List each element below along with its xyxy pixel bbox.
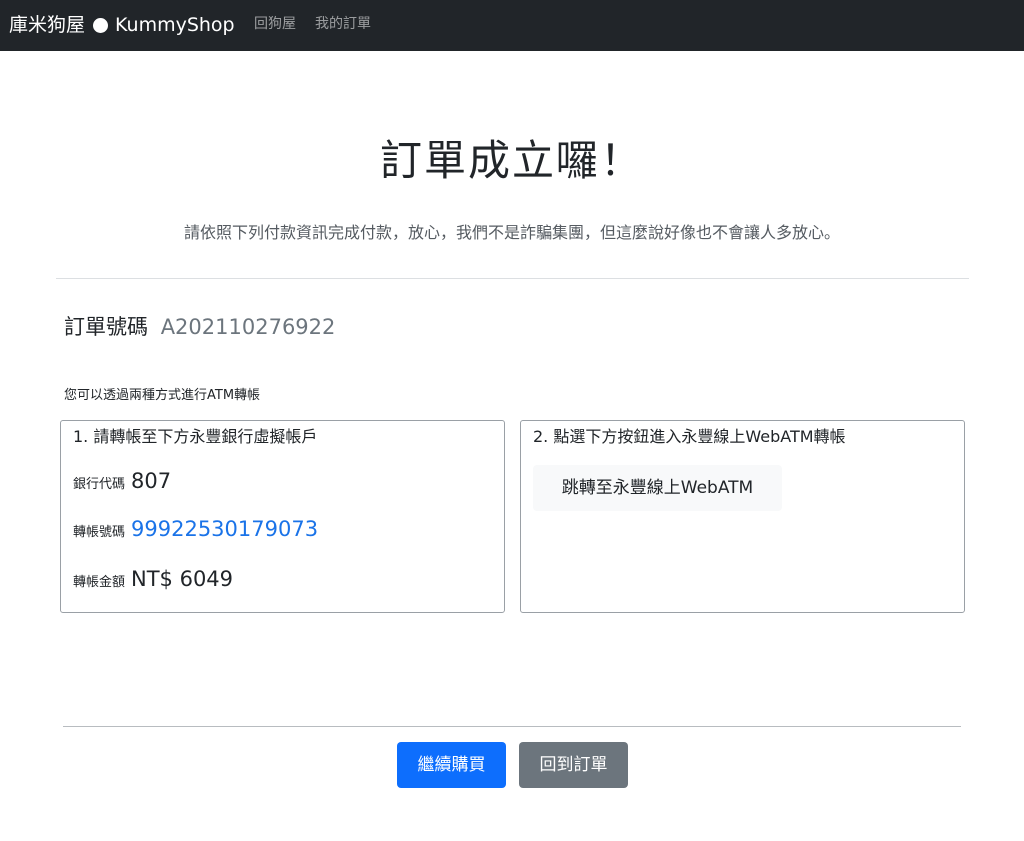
page-title: 訂單成立囉！ [379, 136, 644, 185]
order-number-label: 訂單號碼 [64, 315, 148, 339]
account-number-link[interactable]: 99922530179073 [131, 517, 318, 541]
webatm-redirect-button[interactable]: 跳轉至永豐線上WebATM [533, 465, 782, 511]
webatm-card-title: 2. 點選下方按鈕進入永豐線上WebATM轉帳 [533, 427, 846, 446]
top-navbar: 庫米狗屋 KummyShop 回狗屋 我的訂單 [0, 0, 1024, 51]
atm-intro-text: 您可以透過兩種方式進行ATM轉帳 [64, 388, 261, 403]
bank-transfer-card-title: 1. 請轉帳至下方永豐銀行虛擬帳戶 [73, 427, 318, 446]
account-label: 轉帳號碼 [73, 525, 126, 540]
account-field: 轉帳號碼 99922530179073 [73, 517, 318, 541]
brand-dot-icon [93, 17, 109, 33]
bank-code-value: 807 [131, 469, 172, 493]
divider [56, 278, 969, 279]
bank-code-label: 銀行代碼 [73, 477, 126, 492]
amount-label: 轉帳金額 [73, 575, 126, 590]
nav-link-my-orders[interactable]: 我的訂單 [315, 15, 371, 33]
brand-name: KummyShop [115, 14, 235, 36]
brand-prefix: 庫米狗屋 [9, 14, 86, 36]
bank-transfer-card: 1. 請轉帳至下方永豐銀行虛擬帳戶 銀行代碼 807 轉帳號碼 99922530… [60, 420, 505, 613]
continue-shopping-button[interactable]: 繼續購買 [397, 742, 506, 788]
footer-divider [63, 726, 961, 727]
amount-field: 轉帳金額 NT$ 6049 [73, 567, 233, 591]
nav-link-home[interactable]: 回狗屋 [254, 15, 296, 33]
bank-code-field: 銀行代碼 807 [73, 469, 171, 493]
webatm-card: 2. 點選下方按鈕進入永豐線上WebATM轉帳 跳轉至永豐線上WebATM [520, 420, 965, 613]
brand-logo-link[interactable]: 庫米狗屋 KummyShop [9, 12, 235, 38]
amount-value: NT$ 6049 [131, 567, 234, 591]
order-number-value: A202110276922 [160, 315, 336, 339]
back-to-order-button[interactable]: 回到訂單 [519, 742, 628, 788]
page-lead-text: 請依照下列付款資訊完成付款，放心，我們不是詐騙集團，但這麼說好像也不會讓人多放心… [183, 223, 840, 242]
order-number-row: 訂單號碼 A202110276922 [64, 312, 335, 342]
